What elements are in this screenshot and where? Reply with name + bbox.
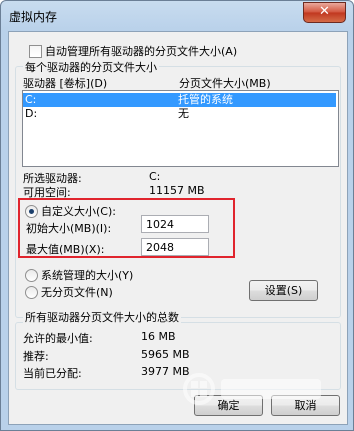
watermark-pane [200, 381, 207, 388]
no-paging-file-label[interactable]: 无分页文件(N) [41, 284, 113, 300]
paging-size: 托管的系统 [178, 93, 233, 106]
custom-size-radio[interactable] [25, 205, 38, 218]
close-button[interactable]: ✕ [303, 2, 346, 23]
list-item[interactable]: D: 无 [23, 107, 336, 121]
virtual-memory-dialog: 虚拟内存 ✕ 自动管理所有驱动器的分页文件大小(A) 每个驱动器的分页文件大小 … [0, 0, 354, 431]
system-managed-radio[interactable] [25, 269, 38, 282]
dialog-content: 自动管理所有驱动器的分页文件大小(A) 每个驱动器的分页文件大小 驱动器 [卷标… [8, 31, 348, 425]
system-managed-label[interactable]: 系统管理的大小(Y) [41, 267, 133, 283]
watermark-pane [191, 390, 198, 397]
min-allowed-value: 16 MB [141, 330, 176, 343]
max-size-label: 最大值(MB)(X): [26, 243, 105, 256]
min-allowed-label: 允许的最小值: [23, 332, 93, 345]
drive-letter: C: [25, 93, 37, 106]
no-paging-file-radio[interactable] [25, 286, 38, 299]
watermark-pane [191, 381, 198, 388]
list-item[interactable]: C: 托管的系统 [23, 93, 336, 107]
free-space-value: 11157 MB [149, 184, 205, 197]
per-drive-group-legend: 每个驱动器的分页文件大小 [23, 59, 159, 75]
initial-size-label: 初始大小(MB)(I): [26, 222, 112, 235]
currently-allocated-label: 当前已分配: [23, 367, 82, 380]
paging-size: 无 [178, 107, 189, 120]
window-title: 虚拟内存 [9, 10, 58, 24]
set-button[interactable]: 设置(S) [249, 280, 318, 301]
custom-size-label[interactable]: 自定义大小(C): [41, 203, 116, 219]
title-bar[interactable]: 虚拟内存 ✕ [1, 1, 353, 31]
recommended-value: 5965 MB [141, 348, 190, 361]
drive-column-header: 驱动器 [卷标](D) [23, 77, 108, 90]
max-size-input[interactable]: 2048 [141, 238, 209, 256]
watermark-text-block [221, 379, 321, 399]
size-column-header: 分页文件大小(MB) [179, 77, 271, 90]
auto-manage-label[interactable]: 自动管理所有驱动器的分页文件大小(A) [45, 43, 237, 59]
close-icon: ✕ [319, 4, 330, 19]
watermark-ring [183, 373, 215, 405]
totals-group-legend: 所有驱动器分页文件大小的总数 [23, 309, 181, 325]
drive-listbox[interactable]: C: 托管的系统 D: 无 [22, 90, 339, 167]
selected-drive-value: C: [149, 170, 161, 183]
watermark-pane [200, 390, 207, 397]
recommended-label: 推荐: [23, 350, 49, 363]
initial-size-input[interactable]: 1024 [141, 215, 209, 233]
auto-manage-checkbox[interactable] [29, 45, 42, 58]
drive-letter: D: [25, 107, 38, 120]
watermark-logo [183, 373, 321, 405]
